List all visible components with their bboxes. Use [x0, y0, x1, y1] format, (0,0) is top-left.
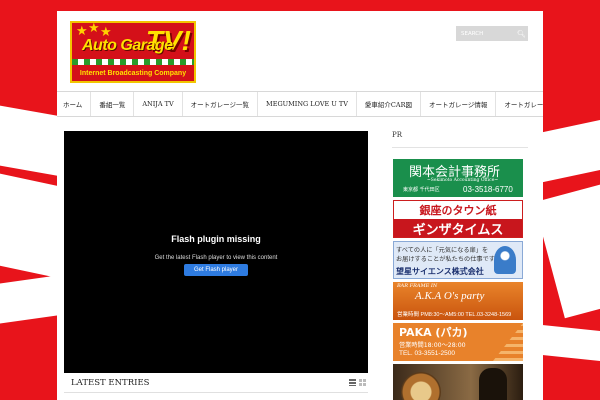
player-subtitle: Get the latest Flash player to view this… — [154, 255, 278, 261]
ramen-bowl-image — [401, 372, 441, 400]
star-icon: ★ — [88, 21, 100, 36]
ad-banner-paka[interactable]: PAKA (パカ) 営業時間18:00～28:00 TEL. 03-3551-2… — [393, 323, 523, 361]
ad-text: すべての人に「元気になる扉」を — [396, 247, 489, 254]
search-icon[interactable]: 🔍︎ — [517, 30, 526, 38]
site-header: ★ ★ ★ TV! Auto Garage Internet Broadcast… — [57, 11, 543, 91]
nav-item-official-tv[interactable]: オートガレージ公式TV — [496, 92, 543, 116]
bg-stripe — [533, 181, 600, 319]
ad-text: TEL. 03-3551-2500 — [399, 350, 456, 357]
get-flash-button[interactable]: Get Flash player — [184, 264, 248, 276]
logo-title: Auto Garage — [82, 37, 173, 54]
bg-stripe — [540, 324, 600, 366]
ad-banner-ramen[interactable] — [393, 364, 523, 400]
ad-text: 営業時間18:00～28:00 — [399, 342, 466, 349]
ad-text: 営業時間 PM8:30～AM5:00 TEL.03-3248-1569 — [397, 312, 512, 318]
ad-banner-bousei-science[interactable]: すべての人に「元気になる扉」を お届けすることが私たちの仕事です 望星サイエンス… — [393, 241, 523, 279]
view-toggle — [349, 379, 368, 386]
ad-text: 03-3518-6770 — [463, 185, 513, 194]
company-logo-icon — [494, 246, 516, 274]
ad-text: BAR FRAME IN — [397, 283, 438, 289]
nav-item-home[interactable]: ホーム — [57, 92, 92, 116]
nav-item-garage-list[interactable]: オートガレージ一覧 — [183, 92, 259, 116]
latest-entries-title: LATEST ENTRIES — [71, 377, 150, 388]
ad-banner-os-party[interactable]: BAR FRAME IN A.K.A O's party 営業時間 PM8:30… — [393, 282, 523, 320]
main-nav: ホーム 番組一覧 ANIJA TV オートガレージ一覧 MEGUMING LOV… — [57, 91, 543, 117]
latest-entries-header: LATEST ENTRIES — [64, 373, 368, 393]
logo-stripe — [72, 59, 194, 65]
flash-video-player[interactable]: Flash plugin missing Get the latest Flas… — [64, 131, 368, 373]
ad-text: ギンザタイムス — [394, 219, 522, 237]
nav-item-car[interactable]: 愛車紹介CAR図 — [357, 92, 421, 116]
bg-stripe — [540, 107, 600, 183]
ad-banner-ginza-times[interactable]: 銀座のタウン紙 ギンザタイムス — [393, 200, 523, 238]
site-logo[interactable]: ★ ★ ★ TV! Auto Garage Internet Broadcast… — [70, 21, 196, 83]
nav-item-anija-tv[interactable]: ANIJA TV — [134, 92, 183, 116]
ad-text: PAKA (パカ) — [399, 326, 468, 339]
logo-subtitle: Internet Broadcasting Company — [79, 70, 187, 77]
list-view-icon[interactable] — [349, 379, 356, 386]
pr-label: PR — [392, 131, 528, 148]
search-box[interactable]: 🔍︎ — [456, 26, 528, 41]
nav-item-garage-info[interactable]: オートガレージ情報 — [421, 92, 497, 116]
ad-banner-sekimoto[interactable]: 関本会計事務所 ~Sekimoto Accounting Office~ 東京都… — [393, 159, 523, 197]
nav-item-programs[interactable]: 番組一覧 — [91, 92, 135, 116]
nav-item-megumin-love[interactable]: MEGUMING LOVE U TV — [258, 92, 357, 116]
search-input[interactable] — [461, 30, 517, 37]
page-container: ★ ★ ★ TV! Auto Garage Internet Broadcast… — [57, 11, 543, 400]
ad-text: 銀座のタウン紙 — [419, 204, 497, 217]
ad-text: A.K.A O's party — [415, 290, 485, 302]
ad-text: お届けすることが私たちの仕事です — [396, 256, 495, 263]
sidebar: PR 関本会計事務所 ~Sekimoto Accounting Office~ … — [392, 131, 528, 400]
chef-image — [479, 368, 507, 400]
ad-text: ~Sekimoto Accounting Office~ — [427, 178, 499, 183]
ad-text: 東京都 千代田区 — [403, 187, 440, 193]
grid-view-icon[interactable] — [359, 379, 366, 386]
player-title: Flash plugin missing — [171, 234, 261, 244]
ad-text: 望星サイエンス株式会社 — [396, 267, 484, 276]
staircase-graphic — [493, 323, 523, 361]
